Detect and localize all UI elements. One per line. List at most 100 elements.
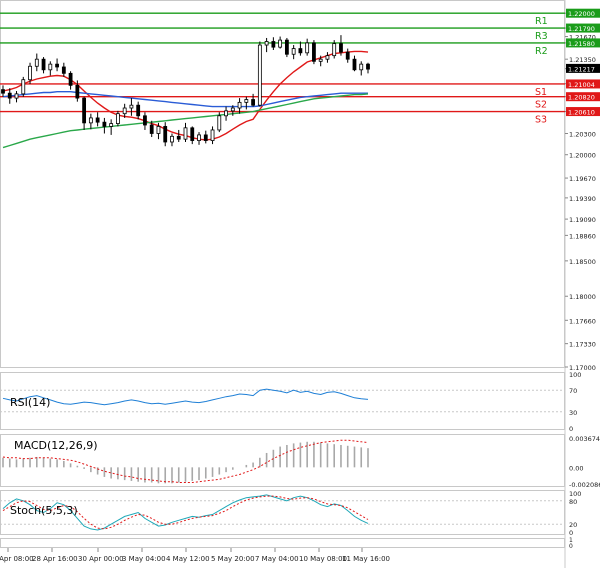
price-tick-label: 1.19670 bbox=[569, 175, 596, 183]
candle-body bbox=[95, 117, 100, 123]
macd-tick-label: 0.00 bbox=[569, 464, 583, 472]
chart-canvas: 1.220001.217901.216701.215801.213501.212… bbox=[0, 0, 600, 568]
bottom-tick-label: 0 bbox=[569, 543, 573, 550]
stoch-tick-label: 100 bbox=[569, 490, 581, 498]
candle-body bbox=[352, 58, 357, 71]
candle-body bbox=[230, 107, 235, 112]
level-price-label: 1.21580 bbox=[568, 40, 595, 48]
rsi-tick-label: 100 bbox=[569, 371, 581, 379]
candle-body bbox=[28, 65, 32, 81]
candle-body bbox=[298, 48, 303, 54]
candle-body bbox=[345, 51, 350, 60]
candle-body bbox=[271, 41, 276, 48]
x-tick-label: 3 May 04:00 bbox=[122, 555, 166, 563]
candle-body bbox=[14, 93, 19, 99]
level-price-label: 1.20820 bbox=[568, 94, 595, 102]
x-tick-label: 30 Apr 00:00 bbox=[78, 555, 124, 563]
x-tick-label: 28 Apr 16:00 bbox=[32, 555, 78, 563]
candle-body bbox=[7, 92, 12, 99]
candle-body bbox=[102, 121, 107, 127]
price-tick-label: 1.20300 bbox=[569, 130, 596, 138]
level-price-label: 1.21790 bbox=[568, 25, 595, 33]
stoch-label: Stoch(5,5,3) bbox=[10, 504, 78, 517]
candle-body bbox=[116, 113, 120, 124]
macd-tick-label: -0.002086 bbox=[569, 481, 600, 489]
candle-body bbox=[217, 115, 222, 131]
candle-body bbox=[190, 127, 195, 141]
price-tick-label: 1.17330 bbox=[569, 341, 596, 349]
candle-body bbox=[1, 89, 5, 94]
macd-tick-label: 0.003674 bbox=[569, 435, 600, 443]
candle-body bbox=[82, 97, 87, 124]
candle-body bbox=[61, 66, 66, 74]
level-name: R3 bbox=[535, 31, 548, 42]
candle-body bbox=[244, 99, 249, 103]
price-tick-label: 1.20000 bbox=[569, 152, 596, 160]
candle-body bbox=[170, 135, 174, 143]
rsi-tick-label: 0 bbox=[569, 425, 573, 433]
x-tick-label: 4 May 12:00 bbox=[166, 555, 210, 563]
candle-body bbox=[278, 39, 283, 48]
stoch-tick-label: 20 bbox=[569, 521, 577, 529]
x-tick-label: 11 May 16:00 bbox=[342, 555, 390, 563]
candle-body bbox=[129, 104, 134, 109]
candle-body bbox=[176, 135, 181, 140]
candle-body bbox=[257, 44, 262, 106]
candle-body bbox=[224, 110, 228, 117]
level-name: R2 bbox=[535, 46, 548, 57]
candle-body bbox=[88, 117, 93, 124]
rsi-tick-label: 70 bbox=[569, 387, 577, 395]
x-tick-label: 27 Apr 08:00 bbox=[0, 555, 34, 563]
candle-body bbox=[34, 58, 39, 67]
candle-body bbox=[156, 126, 161, 134]
candle-body bbox=[136, 104, 141, 117]
candle-body bbox=[284, 39, 289, 55]
rsi-label: RSI(14) bbox=[10, 396, 50, 409]
candle-body bbox=[55, 63, 59, 68]
candle-body bbox=[291, 48, 296, 55]
level-name: S2 bbox=[535, 100, 547, 111]
level-price-label: 1.21004 bbox=[568, 81, 595, 89]
macd-label: MACD(12,26,9) bbox=[14, 439, 98, 452]
candle-body bbox=[332, 43, 337, 57]
level-price-label: 1.22000 bbox=[568, 10, 595, 18]
level-price-label: 1.20610 bbox=[568, 109, 595, 117]
candle-body bbox=[359, 63, 364, 71]
price-tick-label: 1.17660 bbox=[569, 317, 596, 325]
candle-body bbox=[75, 84, 80, 99]
price-tick-label: 1.19090 bbox=[569, 216, 596, 224]
candle-body bbox=[366, 63, 370, 70]
rsi-tick-label: 30 bbox=[569, 409, 577, 417]
forex-chart: 1.220001.217901.216701.215801.213501.212… bbox=[0, 0, 600, 568]
candle-body bbox=[305, 42, 310, 54]
price-tick-label: 1.19390 bbox=[569, 195, 596, 203]
x-tick-label: 5 May 20:00 bbox=[211, 555, 255, 563]
candle-body bbox=[210, 129, 215, 141]
price-tick-label: 1.18860 bbox=[569, 232, 596, 240]
x-tick-label: 10 May 08:00 bbox=[299, 555, 347, 563]
candle-body bbox=[197, 134, 201, 141]
candle-body bbox=[143, 115, 147, 126]
current-price-label: 1.21217 bbox=[568, 65, 595, 73]
candle-body bbox=[339, 43, 343, 53]
candle-body bbox=[183, 127, 188, 140]
candle-body bbox=[237, 101, 242, 109]
price-tick-label: 1.18000 bbox=[569, 293, 596, 301]
stoch-tick-label: 0 bbox=[569, 529, 573, 537]
x-tick-label: 7 May 04:00 bbox=[255, 555, 299, 563]
price-tick-label: 1.21350 bbox=[569, 56, 596, 64]
price-tick-label: 1.18500 bbox=[569, 258, 596, 266]
candle-body bbox=[109, 123, 114, 127]
candle-body bbox=[68, 72, 73, 86]
level-name: S3 bbox=[535, 115, 547, 126]
candle-body bbox=[264, 41, 269, 46]
candle-body bbox=[48, 63, 53, 71]
candle-body bbox=[318, 58, 323, 62]
candle-body bbox=[41, 58, 46, 71]
stoch-tick-label: 80 bbox=[569, 498, 577, 506]
level-name: R1 bbox=[535, 16, 548, 27]
candle-body bbox=[325, 55, 330, 60]
candle-body bbox=[149, 124, 154, 134]
candle-body bbox=[251, 99, 255, 106]
candle-body bbox=[312, 42, 316, 62]
